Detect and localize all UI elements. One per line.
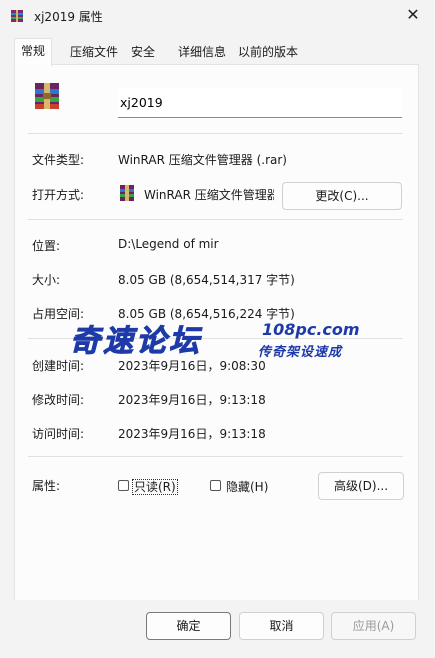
modified-value: 2023年9月16日，9:13:18 <box>118 393 266 407</box>
winrar-icon <box>120 185 134 201</box>
cancel-button[interactable]: 取消 <box>239 612 324 640</box>
file-name-input[interactable] <box>118 88 402 118</box>
attributes-label: 属性: <box>32 479 61 493</box>
watermark-text: 奇速论坛 <box>70 324 202 360</box>
winrar-archive-icon <box>35 83 59 109</box>
close-button[interactable]: ✕ <box>398 2 428 28</box>
size-label: 大小: <box>32 273 61 287</box>
accessed-value: 2023年9月16日，9:13:18 <box>118 427 266 441</box>
modified-label: 修改时间: <box>32 393 85 407</box>
open-with-value: WinRAR 压缩文件管理器 <box>144 188 274 202</box>
hidden-checkbox[interactable] <box>210 480 221 491</box>
winrar-icon <box>11 10 23 22</box>
ok-button[interactable]: 确定 <box>146 612 231 640</box>
divider <box>28 456 403 457</box>
accessed-label: 访问时间: <box>32 427 85 441</box>
window-title: xj2019 属性 <box>34 10 103 24</box>
tab-bar: 常规 压缩文件 安全 详细信息 以前的版本 <box>14 38 314 66</box>
tab-previous-versions[interactable]: 以前的版本 <box>238 40 298 64</box>
tab-general[interactable]: 常规 <box>14 38 53 66</box>
size-value: 8.05 GB (8,654,514,317 字节) <box>118 273 295 287</box>
location-value: D:\Legend of mir <box>118 237 219 251</box>
tab-details[interactable]: 详细信息 <box>178 40 226 64</box>
open-with-label: 打开方式: <box>32 188 85 202</box>
file-type-value: WinRAR 压缩文件管理器 (.rar) <box>118 153 287 167</box>
change-button[interactable]: 更改(C)... <box>282 182 402 210</box>
readonly-label: 只读(R) <box>132 479 178 495</box>
watermark-subtitle: 传奇架设速成 <box>258 345 343 360</box>
location-label: 位置: <box>32 239 61 253</box>
divider <box>28 133 403 134</box>
apply-button[interactable]: 应用(A) <box>331 612 416 640</box>
tab-security[interactable]: 安全 <box>131 40 155 64</box>
hidden-label: 隐藏(H) <box>226 480 269 494</box>
readonly-checkbox[interactable] <box>118 480 129 491</box>
advanced-button[interactable]: 高级(D)... <box>318 472 404 500</box>
watermark-site: 108pc.com <box>262 320 360 339</box>
tab-archive[interactable]: 压缩文件 <box>70 40 118 64</box>
divider <box>28 219 403 220</box>
file-type-label: 文件类型: <box>32 153 85 167</box>
